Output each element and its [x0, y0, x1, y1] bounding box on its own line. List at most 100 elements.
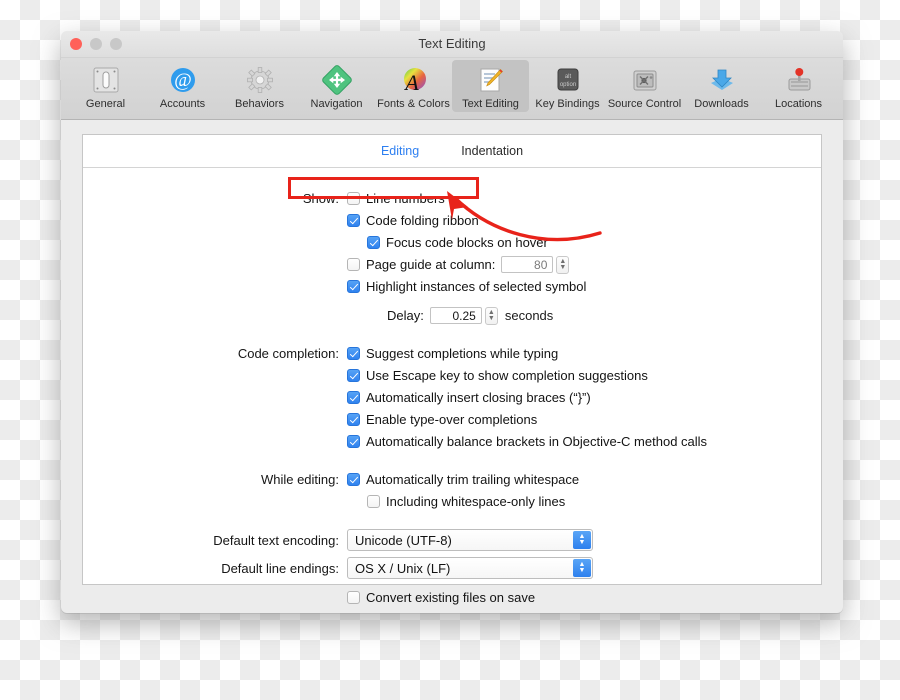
zoom-button[interactable]: [110, 38, 122, 50]
delay-input[interactable]: 0.25: [429, 307, 482, 324]
encoding-value: Unicode (UTF-8): [355, 532, 452, 548]
code-folding-ribbon-label: Code folding ribbon: [366, 213, 479, 228]
toolbar-item-source-control[interactable]: Source Control: [606, 60, 683, 112]
line-numbers-label: Line numbers: [366, 191, 445, 206]
line-endings-value: OS X / Unix (LF): [355, 560, 451, 576]
including-whitespace-only-checkbox[interactable]: [367, 495, 380, 508]
default-line-endings-select[interactable]: OS X / Unix (LF) ▲ ▼: [347, 557, 593, 579]
code-folding-checkbox-group[interactable]: Code folding ribbon: [347, 213, 479, 228]
toolbar-item-fonts-colors[interactable]: A Fonts & Colors: [375, 60, 452, 112]
tab-bar[interactable]: Editing Indentation: [83, 135, 821, 168]
option-keycap-icon: alt option: [529, 63, 606, 97]
highlight-instances-label: Highlight instances of selected symbol: [366, 279, 587, 294]
tab-indentation[interactable]: Indentation: [461, 144, 523, 158]
page-guide-column-input[interactable]: 80: [501, 256, 554, 273]
escape-key-label: Use Escape key to show completion sugges…: [366, 368, 648, 383]
focus-code-blocks-checkbox[interactable]: [367, 236, 380, 249]
toolbar-label: General: [85, 98, 126, 110]
delay-stepper[interactable]: ▲ ▼: [484, 306, 498, 325]
download-arrow-icon: [683, 63, 760, 97]
stepper-down-icon[interactable]: ▼: [488, 315, 495, 322]
row-code-folding-ribbon: Code folding ribbon: [83, 210, 821, 231]
balance-brackets-label: Automatically balance brackets in Object…: [366, 434, 708, 449]
row-show-line-numbers: Show: Line numbers: [83, 188, 821, 209]
toolbar-item-downloads[interactable]: Downloads: [683, 60, 760, 112]
tab-editing[interactable]: Editing: [381, 144, 419, 158]
row-highlight-instances: Highlight instances of selected symbol: [83, 276, 821, 297]
traffic-light-buttons[interactable]: [70, 38, 122, 50]
closing-braces-checkbox[interactable]: [347, 391, 360, 404]
highlight-instances-checkbox-group[interactable]: Highlight instances of selected symbol: [347, 279, 586, 294]
toolbar-item-general[interactable]: General: [67, 60, 144, 112]
focus-code-blocks-checkbox-group[interactable]: Focus code blocks on hover: [367, 235, 548, 250]
code-completion-item-4[interactable]: Automatically balance brackets in Object…: [347, 434, 707, 449]
pencil-page-icon: [452, 63, 529, 97]
font-color-wheel-icon: A: [375, 63, 452, 97]
code-completion-item-3[interactable]: Enable type-over completions: [347, 412, 537, 427]
toolbar-label: Behaviors: [235, 98, 284, 110]
page-guide-label: Page guide at column:: [366, 257, 496, 272]
row-delay: Delay: 0.25 ▲ ▼ seconds: [83, 305, 821, 326]
gear-icon: [221, 63, 298, 97]
including-whitespace-group[interactable]: Including whitespace-only lines: [367, 494, 565, 509]
suggest-completions-label: Suggest completions while typing: [366, 346, 559, 361]
row-code-completion-5: Automatically balance brackets in Object…: [83, 431, 821, 452]
line-numbers-checkbox-group[interactable]: Line numbers: [347, 191, 445, 206]
toolbar-label: Locations: [774, 98, 823, 110]
preferences-toolbar[interactable]: General @ Accounts Behaviors Navigation …: [61, 58, 843, 120]
suggest-completions-checkbox[interactable]: [347, 347, 360, 360]
default-text-encoding-select[interactable]: Unicode (UTF-8) ▲ ▼: [347, 529, 593, 551]
page-guide-group[interactable]: Page guide at column: 80 ▲ ▼: [347, 255, 570, 274]
toolbar-item-key-bindings[interactable]: alt option Key Bindings: [529, 60, 606, 112]
toolbar-item-accounts[interactable]: @ Accounts: [144, 60, 221, 112]
row-focus-code-blocks: Focus code blocks on hover: [83, 232, 821, 253]
trim-whitespace-checkbox[interactable]: [347, 473, 360, 486]
delay-unit-label: seconds: [504, 308, 554, 323]
line-endings-popup-group[interactable]: OS X / Unix (LF) ▲ ▼: [347, 557, 593, 579]
type-over-completions-checkbox[interactable]: [347, 413, 360, 426]
svg-text:A: A: [403, 70, 419, 95]
minimize-button[interactable]: [90, 38, 102, 50]
code-completion-item-0[interactable]: Suggest completions while typing: [347, 346, 558, 361]
toolbar-label: Downloads: [694, 98, 749, 110]
chevron-updown-icon[interactable]: ▲ ▼: [573, 531, 591, 549]
convert-on-save-group[interactable]: Convert existing files on save: [347, 590, 535, 605]
delay-label: Delay:: [387, 308, 424, 323]
row-code-completion-2: Use Escape key to show completion sugges…: [83, 365, 821, 386]
code-completion-label: Code completion:: [237, 346, 339, 361]
encoding-popup-group[interactable]: Unicode (UTF-8) ▲ ▼: [347, 529, 593, 551]
trim-whitespace-group[interactable]: Automatically trim trailing whitespace: [347, 472, 579, 487]
code-completion-item-1[interactable]: Use Escape key to show completion sugges…: [347, 368, 648, 383]
chevron-updown-icon[interactable]: ▲ ▼: [573, 559, 591, 577]
toolbar-item-text-editing[interactable]: Text Editing: [452, 60, 529, 112]
escape-key-checkbox[interactable]: [347, 369, 360, 382]
page-guide-checkbox[interactable]: [347, 258, 360, 271]
while-editing-label: While editing:: [260, 472, 339, 487]
page-guide-stepper[interactable]: ▲ ▼: [556, 255, 570, 274]
convert-existing-files-label: Convert existing files on save: [366, 590, 536, 605]
closing-braces-label: Automatically insert closing braces (“}”…: [366, 390, 591, 405]
code-folding-ribbon-checkbox[interactable]: [347, 214, 360, 227]
line-numbers-checkbox[interactable]: [347, 192, 360, 205]
code-completion-item-2[interactable]: Automatically insert closing braces (“}”…: [347, 390, 591, 405]
stepper-down-icon[interactable]: ▼: [559, 264, 566, 271]
including-whitespace-only-label: Including whitespace-only lines: [386, 494, 566, 509]
toolbar-item-locations[interactable]: Locations: [760, 60, 837, 112]
toolbar-item-behaviors[interactable]: Behaviors: [221, 60, 298, 112]
window-title: Text Editing: [418, 36, 486, 51]
toolbar-label: Text Editing: [462, 98, 519, 110]
preferences-content-panel: Editing Indentation Show: Line numbers C…: [82, 134, 822, 605]
delay-group[interactable]: Delay: 0.25 ▲ ▼ seconds: [387, 306, 554, 325]
move-arrows-icon: [298, 63, 375, 97]
toolbar-label: Key Bindings: [535, 98, 600, 110]
toolbar-label: Source Control: [607, 98, 682, 110]
chevron-down-icon: ▼: [578, 567, 586, 574]
convert-existing-files-checkbox[interactable]: [347, 591, 360, 604]
window-titlebar: Text Editing: [61, 31, 843, 58]
chevron-down-icon: ▼: [578, 539, 586, 546]
highlight-instances-checkbox[interactable]: [347, 280, 360, 293]
balance-brackets-checkbox[interactable]: [347, 435, 360, 448]
line-endings-label: Default line endings:: [221, 560, 339, 576]
close-button[interactable]: [70, 38, 82, 50]
toolbar-item-navigation[interactable]: Navigation: [298, 60, 375, 112]
